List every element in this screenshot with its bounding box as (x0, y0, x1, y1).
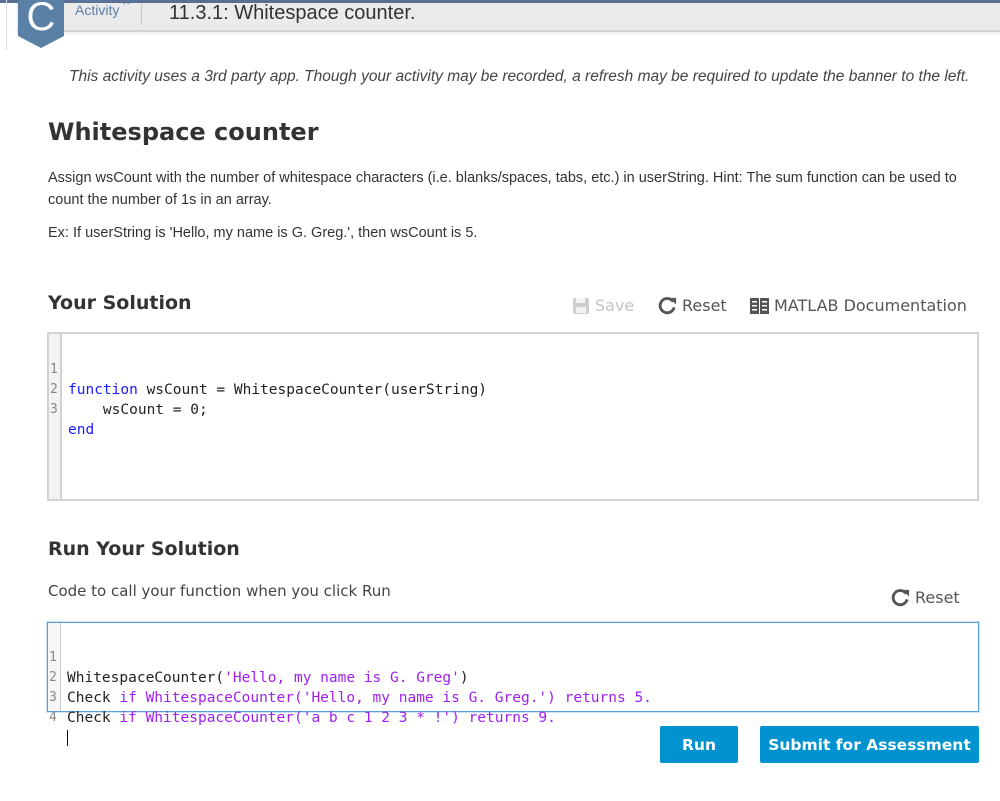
example-text: Ex: If userString is 'Hello, my name is … (48, 225, 478, 241)
book-icon (750, 297, 769, 314)
activity-header (17, 3, 1000, 32)
activity-type: Challenge Activity (75, 0, 138, 18)
problem-description: Assign wsCount with the number of whites… (48, 167, 968, 255)
reset-label: Reset (682, 296, 727, 315)
solution-code-editor[interactable]: 1 function wsCount = WhitespaceCounter(u… (47, 332, 979, 501)
floppy-disk-icon (573, 297, 589, 314)
code-line: 3 end (50, 402, 95, 438)
submit-for-assessment-button[interactable]: Submit for Assessment (760, 726, 979, 763)
solution-reset-button[interactable]: Reset (658, 296, 727, 315)
text-cursor (67, 730, 68, 746)
badge-letter: C (27, 0, 56, 39)
run-code-editor[interactable]: 1 WhitespaceCounter('Hello, my name is G… (47, 622, 979, 746)
code-line: 2 Check if WhitespaceCounter('Hello, my … (49, 670, 652, 706)
run-reset-button[interactable]: Reset (891, 588, 960, 607)
code-line: 2 wsCount = 0; (50, 382, 208, 418)
refresh-icon (891, 589, 910, 607)
activity-title: 11.3.1: Whitespace counter. (169, 2, 416, 24)
third-party-notice: This activity uses a 3rd party app. Thou… (69, 68, 970, 85)
challenge-badge-icon: C (18, 0, 64, 48)
refresh-icon (658, 297, 677, 315)
header-divider (141, 3, 142, 25)
docs-label: MATLAB Documentation (774, 296, 967, 315)
matlab-documentation-link[interactable]: MATLAB Documentation (750, 296, 967, 315)
code-line: 1 function wsCount = WhitespaceCounter(u… (50, 362, 488, 398)
save-button[interactable]: Save (572, 296, 634, 315)
reset-label: Reset (915, 588, 960, 607)
run-subtitle: Code to call your function when you clic… (48, 582, 391, 600)
your-solution-title: Your Solution (48, 292, 192, 314)
run-your-solution-title: Run Your Solution (48, 538, 240, 560)
save-label: Save (595, 296, 635, 315)
code-line: 3 Check if WhitespaceCounter('a b c 1 2 … (49, 690, 556, 726)
left-rule (6, 0, 7, 50)
problem-title: Whitespace counter (48, 118, 319, 146)
code-line: 4 (48, 688, 978, 746)
code-line: 1 WhitespaceCounter('Hello, my name is G… (49, 650, 469, 686)
run-button[interactable]: Run (660, 726, 738, 763)
description-text: Assign wsCount with the number of whites… (48, 170, 957, 208)
